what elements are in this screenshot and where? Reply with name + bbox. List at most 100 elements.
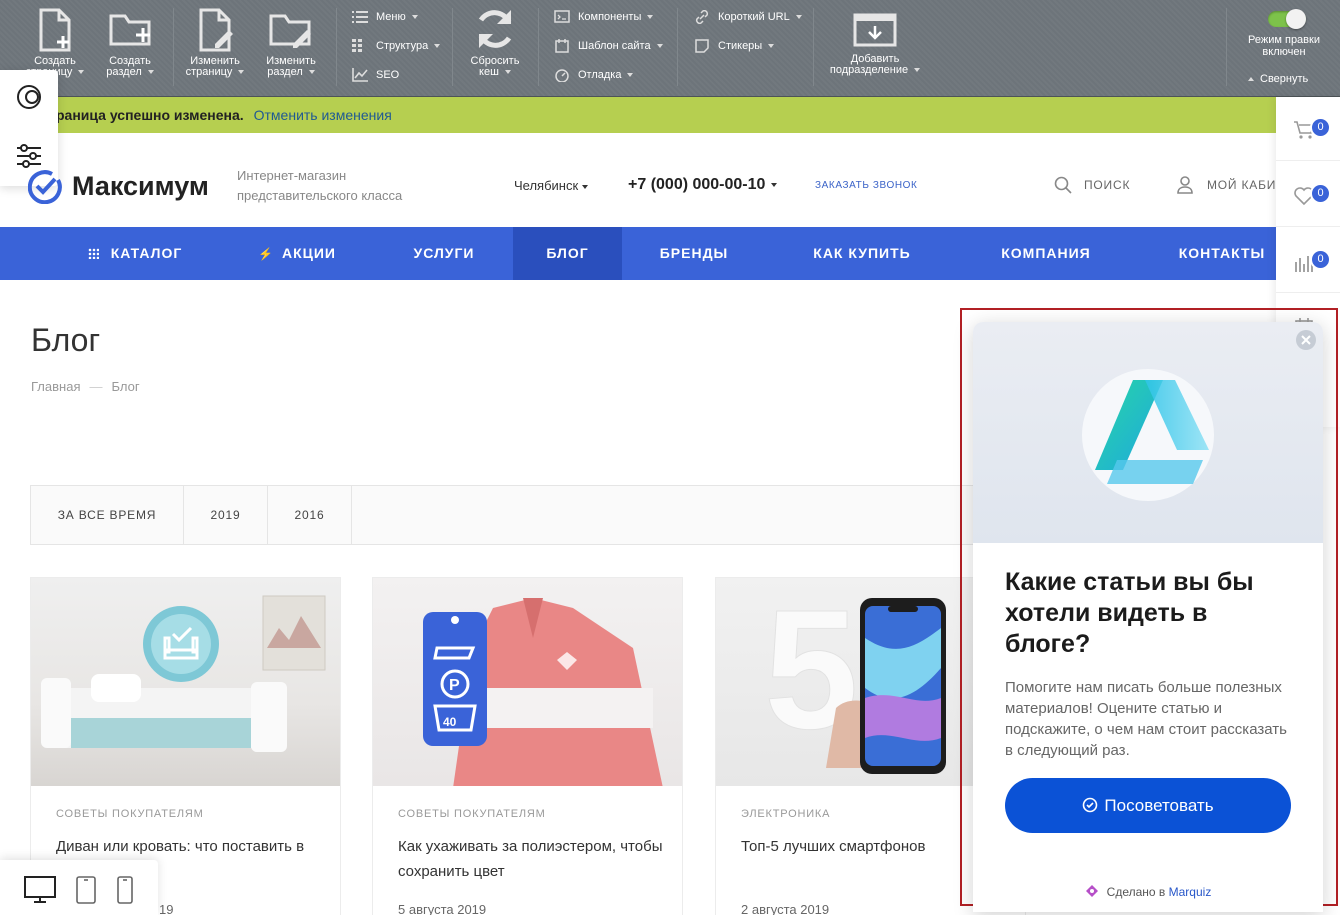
edit-section-label: Изменить раздел — [266, 55, 316, 78]
nav-company[interactable]: КОМПАНИЯ — [980, 227, 1112, 280]
components-label: Компоненты — [578, 11, 642, 23]
main-nav: КАТАЛОГ ⚡ АКЦИИ УСЛУГИ БЛОГ БРЕНДЫ КАК КУ… — [0, 227, 1340, 280]
account-button[interactable]: МОЙ КАБИН — [1177, 176, 1286, 194]
card-date: 5 августа 2019 — [398, 902, 487, 915]
desktop-icon[interactable] — [24, 876, 56, 904]
logo-text[interactable]: Максимум — [72, 171, 209, 202]
page-title: Блог — [31, 322, 101, 358]
user-icon — [1177, 176, 1193, 194]
left-tools-panel — [0, 70, 58, 186]
create-page-button[interactable]: Создать страницу — [24, 8, 86, 78]
callback-link[interactable]: ЗАКАЗАТЬ ЗВОНОК — [815, 180, 917, 191]
stickers-button[interactable]: Стикеры — [694, 39, 775, 53]
compare-button[interactable]: 0 — [1276, 229, 1340, 293]
cart-button[interactable]: 0 — [1276, 97, 1340, 161]
notice-message: раница успешно изменена. — [56, 107, 244, 123]
nav-catalog[interactable]: КАТАЛОГ — [60, 227, 210, 280]
card-category[interactable]: ЭЛЕКТРОНИКА — [741, 808, 830, 820]
blog-card[interactable]: P 40 СОВЕТЫ ПОКУПАТЕЛЯМ Как ухаживать за… — [372, 577, 683, 915]
reset-cache-button[interactable]: Сбросить кеш — [465, 6, 525, 78]
page-edit-icon — [199, 8, 233, 52]
compare-count-badge: 0 — [1310, 249, 1331, 270]
nav-promotions[interactable]: ⚡ АКЦИИ — [238, 227, 356, 280]
city-selector[interactable]: Челябинск — [514, 178, 589, 193]
create-section-button[interactable]: Создать раздел — [98, 8, 162, 78]
edit-mode-toggle[interactable] — [1268, 9, 1306, 29]
nav-catalog-label: КАТАЛОГ — [110, 245, 183, 261]
edit-page-button[interactable]: Изменить страницу — [184, 8, 246, 78]
components-button[interactable]: Компоненты — [554, 10, 654, 24]
suggest-button[interactable]: Посоветовать — [1005, 778, 1291, 833]
add-subsection-button[interactable]: Добавить подразделение — [826, 12, 924, 76]
menu-label: Меню — [376, 11, 406, 23]
stickers-label: Стикеры — [718, 40, 763, 52]
nav-services[interactable]: УСЛУГИ — [390, 227, 498, 280]
card-category[interactable]: СОВЕТЫ ПОКУПАТЕЛЯМ — [56, 808, 204, 820]
edit-section-button[interactable]: Изменить раздел — [258, 8, 324, 78]
favorites-button[interactable]: 0 — [1276, 163, 1340, 227]
svg-text:P: P — [449, 677, 460, 694]
chevron-up-icon — [1248, 77, 1254, 81]
short-url-button[interactable]: Короткий URL — [694, 10, 802, 24]
collapse-button[interactable]: Свернуть — [1248, 73, 1308, 85]
structure-button[interactable]: Структура — [352, 39, 441, 53]
cart-count-badge: 0 — [1310, 117, 1331, 138]
filter-all-time[interactable]: ЗА ВСЕ ВРЕМЯ — [31, 486, 184, 544]
card-title[interactable]: Диван или кровать: что поставить в — [56, 834, 326, 859]
create-section-label: Создать раздел — [106, 55, 151, 78]
popup-title: Какие статьи вы бы хотели видеть в блоге… — [1005, 568, 1254, 658]
seo-button[interactable]: SEO — [352, 68, 399, 82]
menu-button[interactable]: Меню — [352, 10, 418, 24]
card-title[interactable]: Как ухаживать за полиэстером, чтобы сохр… — [398, 834, 668, 884]
card-date: 2 августа 2019 — [741, 902, 830, 915]
chart-icon — [352, 68, 368, 82]
search-label: ПОИСК — [1084, 178, 1131, 192]
phone-number[interactable]: +7 (000) 000-00-10 — [628, 176, 778, 194]
gauge-icon — [555, 69, 569, 82]
success-notice: раница успешно изменена. Отменить изменен… — [0, 97, 1340, 133]
add-subsection-label: Добавить подразделение — [829, 53, 909, 76]
short-url-label: Короткий URL — [718, 11, 790, 23]
admin-toolbar: Создать страницу Создать раздел Изменить… — [0, 0, 1340, 97]
logo-icon[interactable] — [28, 170, 62, 204]
tablet-icon[interactable] — [76, 876, 96, 904]
popup-hero — [973, 322, 1323, 543]
window-download-icon — [853, 13, 897, 47]
filter-2019[interactable]: 2019 — [184, 486, 268, 544]
grid-icon — [352, 39, 362, 52]
components-icon — [554, 10, 570, 23]
suggest-button-label: Посоветовать — [1104, 796, 1214, 815]
marquiz-link[interactable]: Marquiz — [1169, 885, 1212, 899]
card-category[interactable]: СОВЕТЫ ПОКУПАТЕЛЯМ — [398, 808, 546, 820]
nav-contacts[interactable]: КОНТАКТЫ — [1162, 227, 1282, 280]
close-button[interactable] — [1296, 330, 1316, 350]
folder-edit-icon — [269, 14, 311, 48]
collapse-label: Свернуть — [1260, 73, 1309, 85]
site-template-button[interactable]: Шаблон сайта — [554, 39, 663, 53]
page-add-icon — [39, 8, 71, 52]
nav-how-to-buy[interactable]: КАК КУПИТЬ — [790, 227, 934, 280]
popup-description: Помогите нам писать больше полезных мате… — [1005, 679, 1287, 759]
tagline: Интернет-магазин представительского клас… — [237, 168, 403, 203]
mobile-icon[interactable] — [117, 876, 133, 904]
reset-cache-label: Сбросить кеш — [470, 55, 520, 78]
breadcrumb-home[interactable]: Главная — [31, 379, 80, 394]
grid-dots-icon — [87, 248, 99, 259]
quiz-popup: Какие статьи вы бы хотели видеть в блоге… — [973, 322, 1323, 912]
nav-brands[interactable]: БРЕНДЫ — [640, 227, 748, 280]
undo-changes-link[interactable]: Отменить изменения — [254, 107, 392, 123]
folder-add-icon — [109, 14, 151, 46]
filter-2016[interactable]: 2016 — [268, 486, 352, 544]
debug-label: Отладка — [578, 69, 622, 81]
template-icon — [555, 39, 569, 53]
nav-promotions-label: АКЦИИ — [281, 245, 336, 261]
settings-sliders-icon[interactable] — [16, 143, 42, 169]
check-circle-icon — [1083, 797, 1098, 813]
close-icon — [1301, 335, 1311, 345]
edit-page-label: Изменить страницу — [185, 55, 240, 78]
search-button[interactable]: ПОИСК — [1054, 176, 1130, 194]
theme-icon[interactable] — [16, 84, 42, 110]
nav-blog[interactable]: БЛОГ — [513, 227, 622, 280]
page: Создать страницу Создать раздел Изменить… — [0, 0, 1340, 915]
debug-button[interactable]: Отладка — [554, 68, 634, 82]
